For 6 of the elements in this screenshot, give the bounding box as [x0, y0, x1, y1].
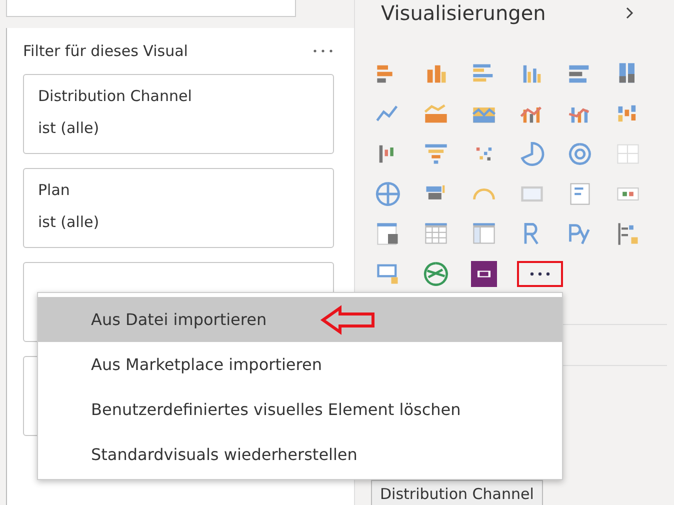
filter-field-name: Distribution Channel [38, 87, 193, 105]
filter-pane-title: Filter für dieses Visual [23, 42, 188, 60]
filter-condition: ist (alle) [38, 213, 100, 231]
filter-condition: ist (alle) [38, 119, 100, 137]
pane-title: Visualisierungen [381, 1, 546, 25]
filter-field-name: Plan [38, 181, 71, 199]
